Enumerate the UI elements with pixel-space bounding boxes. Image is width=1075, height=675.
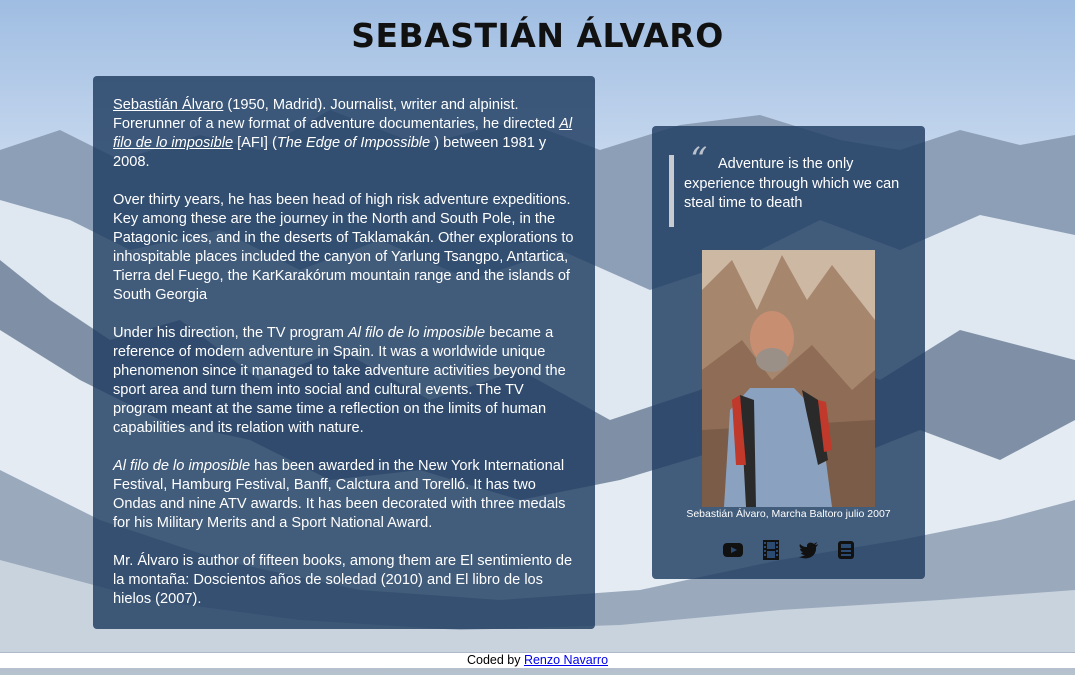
- bio-text: Under his direction, the TV program: [113, 325, 348, 341]
- quote-text: Adventure is the only experience through…: [684, 156, 900, 211]
- quote-mark-icon: “: [690, 140, 708, 180]
- bio-paragraph-3: Under his direction, the TV program Al f…: [113, 324, 575, 438]
- footer: Coded by Renzo Navarro: [0, 653, 1075, 668]
- bio-paragraph-2: Over thirty years, he has been head of h…: [113, 192, 574, 303]
- show-title-english: The Edge of Impossible: [276, 135, 431, 151]
- film-icon[interactable]: [760, 539, 782, 561]
- portrait-photo: [702, 250, 875, 507]
- bio-text: became a reference of modern adventure i…: [113, 325, 566, 436]
- quote: “ Adventure is the only experience throu…: [669, 143, 914, 227]
- bio-paragraph-4: Al filo de lo imposible has been awarded…: [113, 457, 575, 533]
- bio-text: [AFI] (: [233, 135, 277, 151]
- profile-panel: “ Adventure is the only experience throu…: [652, 126, 925, 579]
- name-link[interactable]: Sebastián Álvaro: [113, 97, 223, 113]
- author-link[interactable]: Renzo Navarro: [524, 653, 608, 667]
- show-title: Al filo de lo imposible: [347, 325, 486, 341]
- blog-icon[interactable]: [835, 539, 857, 561]
- footer-text: Coded by: [466, 653, 524, 667]
- bio-paragraph-5: Mr. Álvaro is author of fifteen books, a…: [113, 553, 573, 607]
- twitter-icon[interactable]: [798, 539, 820, 561]
- youtube-icon[interactable]: [722, 539, 744, 561]
- show-title: Al filo de lo imposible: [113, 458, 251, 474]
- page-title: SEBASTIÁN ÁLVARO: [351, 16, 724, 55]
- social-links: [722, 539, 857, 561]
- bio-paragraph-1: Sebastián Álvaro (1950, Madrid). Journal…: [113, 96, 575, 172]
- biography-panel: Sebastián Álvaro (1950, Madrid). Journal…: [93, 76, 595, 629]
- photo-caption: Sebastián Álvaro, Marcha Baltoro julio 2…: [686, 508, 891, 520]
